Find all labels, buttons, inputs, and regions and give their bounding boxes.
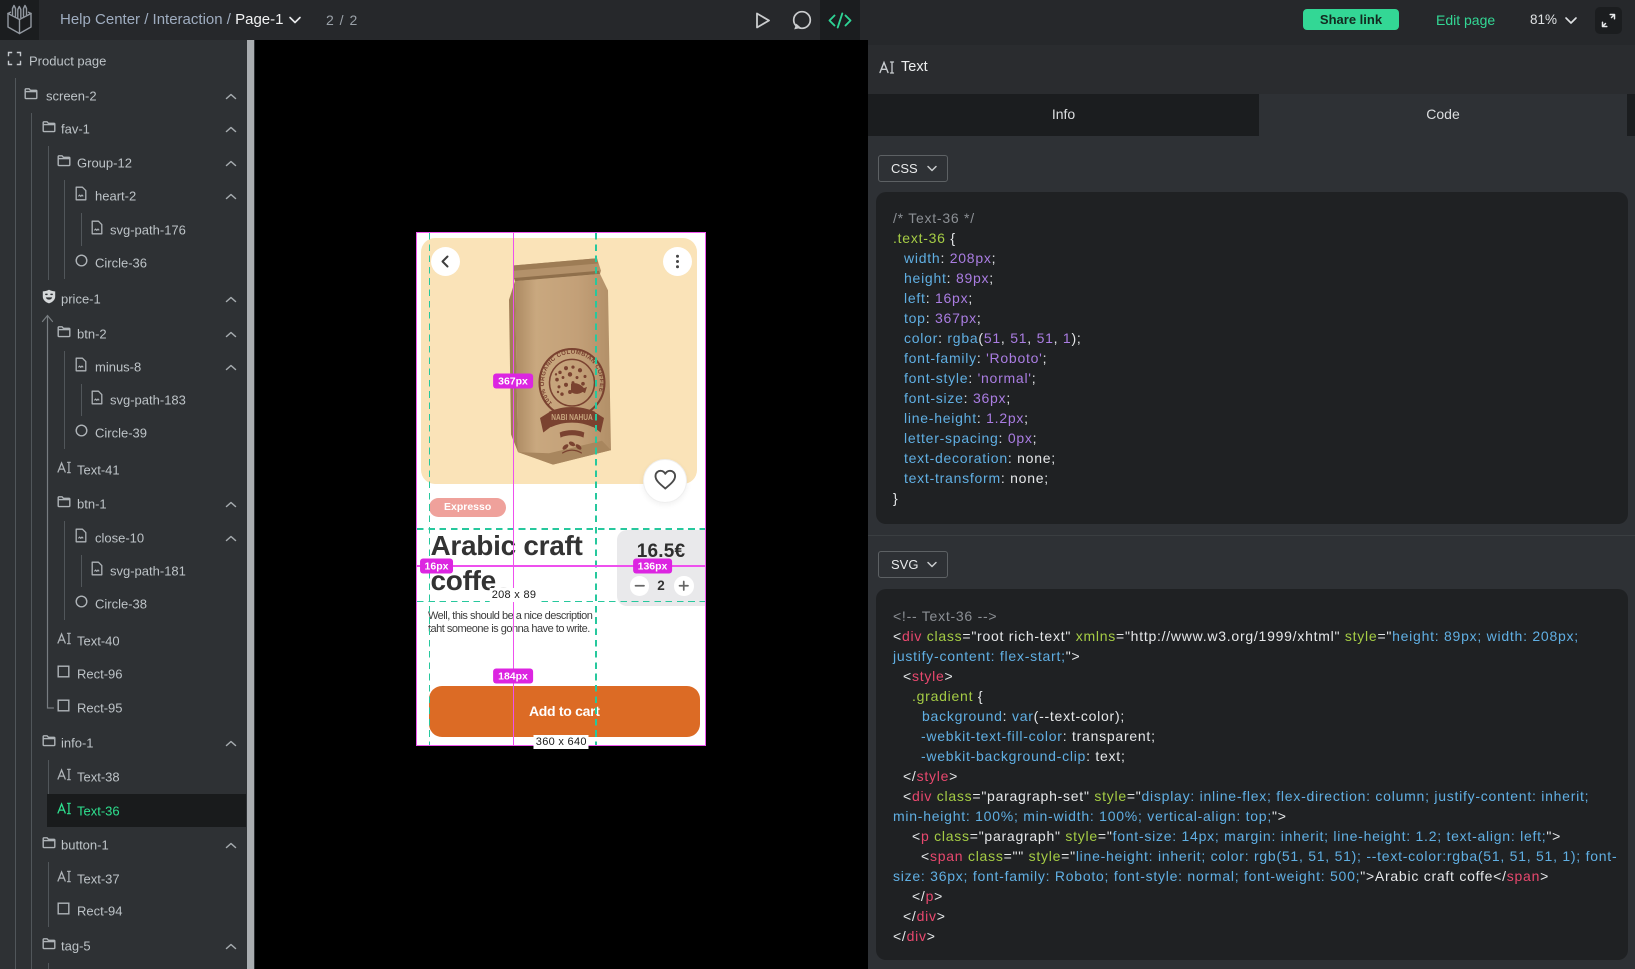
svg-text:NABI NAHUA: NABI NAHUA (551, 412, 593, 422)
